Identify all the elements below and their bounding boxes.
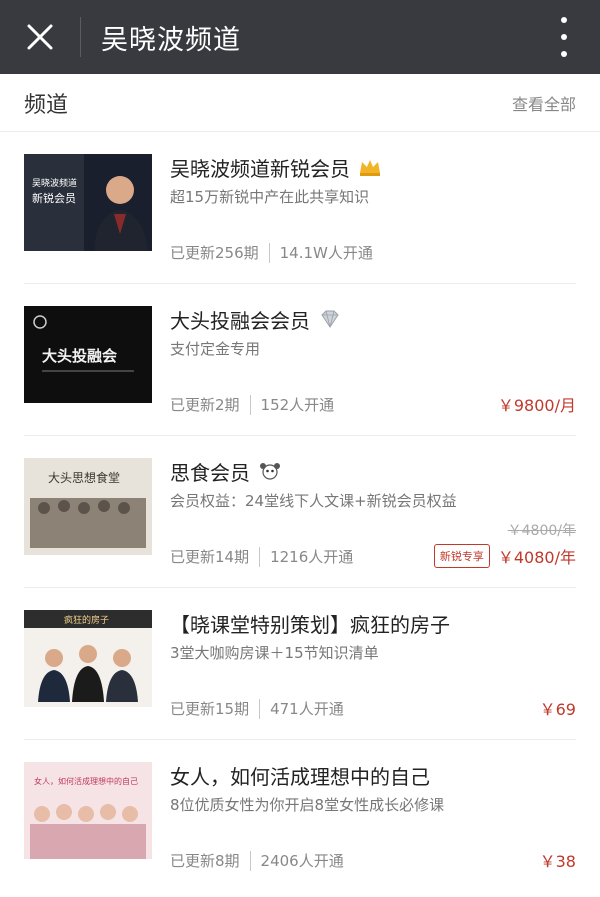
list-item[interactable]: 大头投融会 大头投融会会员 支付定金专用 已更新2期 152人开通 ￥9800/… bbox=[24, 284, 576, 436]
more-vertical-icon[interactable] bbox=[552, 17, 576, 57]
meta-divider bbox=[259, 698, 261, 719]
item-name: 【晓课堂特别策划】疯狂的房子 bbox=[170, 608, 576, 638]
item-info: 思食会员 会员权益：24堂线下人文课+新锐会员权益 bbox=[170, 456, 576, 511]
channel-list: 吴晓波频道 新锐会员 吴晓波频道新锐会员 超15万新锐中产在此共享知识 已更新2… bbox=[0, 132, 600, 892]
close-button[interactable] bbox=[0, 0, 80, 74]
item-desc: 会员权益：24堂线下人文课+新锐会员权益 bbox=[170, 492, 457, 510]
meta-divider bbox=[259, 546, 261, 567]
update-count: 已更新15期 bbox=[170, 700, 250, 718]
item-price: ￥4080/年 bbox=[497, 548, 576, 567]
item-name-text: 大头投融会会员 bbox=[170, 308, 310, 333]
item-name: 思食会员 bbox=[170, 456, 576, 486]
subscriber-count: 152人开通 bbox=[260, 396, 335, 414]
thumbnail: 疯狂的房子 bbox=[24, 610, 152, 707]
item-info: 女人，如何活成理想中的自己 8位优质女性为你开启8堂女性成长必修课 bbox=[170, 760, 576, 815]
meta-divider bbox=[249, 394, 251, 415]
item-price: ￥9800/月 bbox=[497, 396, 576, 415]
crown-icon bbox=[358, 157, 382, 177]
item-info: 吴晓波频道新锐会员 超15万新锐中产在此共享知识 bbox=[170, 152, 576, 207]
meta-divider bbox=[268, 242, 270, 263]
item-meta: 已更新2期 152人开通 bbox=[170, 394, 334, 415]
mascot-icon bbox=[258, 461, 282, 481]
item-info: 大头投融会会员 支付定金专用 bbox=[170, 304, 576, 359]
item-name-text: 女人，如何活成理想中的自己 bbox=[170, 764, 430, 789]
item-name-text: 【晓课堂特别策划】疯狂的房子 bbox=[170, 612, 450, 637]
item-name: 女人，如何活成理想中的自己 bbox=[170, 760, 576, 790]
item-desc: 8位优质女性为你开启8堂女性成长必修课 bbox=[170, 796, 445, 814]
thumb-text: 女人，如何活成理想中的自己 bbox=[34, 776, 138, 786]
section-title: 频道 bbox=[24, 92, 69, 118]
section-header: 频道 查看全部 bbox=[0, 74, 600, 132]
item-meta: 已更新256期 14.1W人开通 bbox=[170, 242, 373, 263]
update-count: 已更新2期 bbox=[170, 396, 240, 414]
item-name-text: 思食会员 bbox=[170, 460, 250, 485]
diamond-icon bbox=[318, 309, 342, 329]
thumb-text: 大头投融会 bbox=[42, 347, 117, 365]
update-count: 已更新8期 bbox=[170, 852, 240, 870]
subscriber-count: 471人开通 bbox=[270, 700, 344, 718]
item-info: 【晓课堂特别策划】疯狂的房子 3堂大咖购房课＋15节知识清单 bbox=[170, 608, 576, 663]
list-item[interactable]: 疯狂的房子 【晓课堂特别策划】疯狂的房子 3堂大咖购房课＋15节知识清单 已更新… bbox=[24, 588, 576, 740]
top-bar: 吴晓波频道 bbox=[0, 0, 600, 74]
list-item[interactable]: 大头思想食堂 思食会员 会员权益：24堂线下人文课+新锐会员权益 已更新14期 … bbox=[24, 436, 576, 588]
subscriber-count: 1216人开通 bbox=[270, 548, 354, 566]
item-name: 大头投融会会员 bbox=[170, 304, 576, 334]
item-meta: 已更新8期 2406人开通 bbox=[170, 850, 344, 871]
close-icon bbox=[27, 24, 53, 50]
thumbnail: 吴晓波频道 新锐会员 bbox=[24, 154, 152, 251]
item-desc: 3堂大咖购房课＋15节知识清单 bbox=[170, 644, 379, 662]
item-name-text: 吴晓波频道新锐会员 bbox=[170, 156, 350, 181]
page-title: 吴晓波频道 bbox=[101, 24, 241, 56]
item-meta: 已更新14期 1216人开通 bbox=[170, 546, 353, 567]
thumb-text: 吴晓波频道 bbox=[32, 177, 77, 189]
list-item[interactable]: 女人，如何活成理想中的自己 女人，如何活成理想中的自己 8位优质女性为你开启8堂… bbox=[24, 740, 576, 892]
item-price: ￥38 bbox=[539, 852, 576, 871]
thumbnail: 大头思想食堂 bbox=[24, 458, 152, 555]
header-divider bbox=[80, 17, 81, 57]
subscriber-count: 14.1W人开通 bbox=[279, 244, 373, 262]
item-desc: 支付定金专用 bbox=[170, 340, 261, 358]
view-all-link[interactable]: 查看全部 bbox=[512, 91, 576, 115]
original-price: ￥4800/年 bbox=[507, 523, 576, 539]
update-count: 已更新14期 bbox=[170, 548, 250, 566]
thumbnail: 女人，如何活成理想中的自己 bbox=[24, 762, 152, 859]
item-price: ￥69 bbox=[539, 700, 576, 719]
thumb-text: 疯狂的房子 bbox=[64, 614, 109, 626]
subscriber-count: 2406人开通 bbox=[260, 852, 344, 870]
list-item[interactable]: 吴晓波频道 新锐会员 吴晓波频道新锐会员 超15万新锐中产在此共享知识 已更新2… bbox=[24, 132, 576, 284]
thumb-text: 大头思想食堂 bbox=[48, 470, 120, 485]
item-desc: 超15万新锐中产在此共享知识 bbox=[170, 188, 370, 206]
meta-divider bbox=[249, 850, 251, 871]
item-price-row: 新锐专享 ￥4080/年 bbox=[433, 544, 576, 568]
item-meta: 已更新15期 471人开通 bbox=[170, 698, 344, 719]
thumbnail: 大头投融会 bbox=[24, 306, 152, 403]
member-tag: 新锐专享 bbox=[433, 544, 490, 568]
item-name: 吴晓波频道新锐会员 bbox=[170, 152, 576, 182]
update-count: 已更新256期 bbox=[170, 244, 259, 262]
thumb-text: 新锐会员 bbox=[32, 191, 76, 205]
